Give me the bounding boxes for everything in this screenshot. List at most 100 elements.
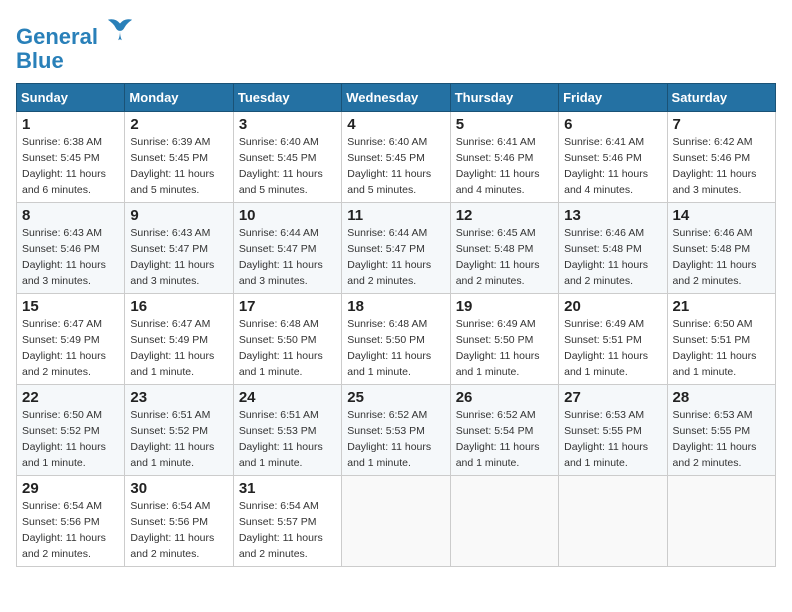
calendar-week-row: 22 Sunrise: 6:50 AMSunset: 5:52 PMDaylig…	[17, 385, 776, 476]
day-number: 23	[130, 389, 227, 406]
day-number: 7	[673, 116, 770, 133]
day-number: 21	[673, 298, 770, 315]
day-info: Sunrise: 6:51 AMSunset: 5:52 PMDaylight:…	[130, 408, 227, 471]
day-header-sunday: Sunday	[17, 84, 125, 112]
calendar-cell: 25 Sunrise: 6:52 AMSunset: 5:53 PMDaylig…	[342, 385, 450, 476]
calendar-week-row: 1 Sunrise: 6:38 AMSunset: 5:45 PMDayligh…	[17, 112, 776, 203]
day-info: Sunrise: 6:53 AMSunset: 5:55 PMDaylight:…	[673, 408, 770, 471]
day-info: Sunrise: 6:47 AMSunset: 5:49 PMDaylight:…	[22, 317, 119, 380]
calendar-cell: 21 Sunrise: 6:50 AMSunset: 5:51 PMDaylig…	[667, 294, 775, 385]
calendar-cell: 20 Sunrise: 6:49 AMSunset: 5:51 PMDaylig…	[559, 294, 667, 385]
day-header-friday: Friday	[559, 84, 667, 112]
calendar-cell: 11 Sunrise: 6:44 AMSunset: 5:47 PMDaylig…	[342, 203, 450, 294]
day-info: Sunrise: 6:41 AMSunset: 5:46 PMDaylight:…	[564, 135, 661, 198]
calendar-cell: 9 Sunrise: 6:43 AMSunset: 5:47 PMDayligh…	[125, 203, 233, 294]
day-number: 29	[22, 480, 119, 497]
day-number: 13	[564, 207, 661, 224]
day-info: Sunrise: 6:54 AMSunset: 5:57 PMDaylight:…	[239, 499, 336, 562]
day-info: Sunrise: 6:39 AMSunset: 5:45 PMDaylight:…	[130, 135, 227, 198]
day-number: 20	[564, 298, 661, 315]
calendar-cell	[559, 476, 667, 567]
day-number: 12	[456, 207, 553, 224]
day-number: 2	[130, 116, 227, 133]
day-number: 4	[347, 116, 444, 133]
day-info: Sunrise: 6:47 AMSunset: 5:49 PMDaylight:…	[130, 317, 227, 380]
day-number: 31	[239, 480, 336, 497]
day-info: Sunrise: 6:38 AMSunset: 5:45 PMDaylight:…	[22, 135, 119, 198]
calendar-cell: 29 Sunrise: 6:54 AMSunset: 5:56 PMDaylig…	[17, 476, 125, 567]
calendar-cell: 13 Sunrise: 6:46 AMSunset: 5:48 PMDaylig…	[559, 203, 667, 294]
calendar-cell	[342, 476, 450, 567]
day-number: 27	[564, 389, 661, 406]
day-info: Sunrise: 6:49 AMSunset: 5:50 PMDaylight:…	[456, 317, 553, 380]
day-number: 5	[456, 116, 553, 133]
day-header-monday: Monday	[125, 84, 233, 112]
day-info: Sunrise: 6:43 AMSunset: 5:47 PMDaylight:…	[130, 226, 227, 289]
day-info: Sunrise: 6:44 AMSunset: 5:47 PMDaylight:…	[239, 226, 336, 289]
day-info: Sunrise: 6:51 AMSunset: 5:53 PMDaylight:…	[239, 408, 336, 471]
day-number: 25	[347, 389, 444, 406]
day-info: Sunrise: 6:53 AMSunset: 5:55 PMDaylight:…	[564, 408, 661, 471]
day-number: 28	[673, 389, 770, 406]
calendar-cell: 26 Sunrise: 6:52 AMSunset: 5:54 PMDaylig…	[450, 385, 558, 476]
day-number: 10	[239, 207, 336, 224]
calendar-cell: 31 Sunrise: 6:54 AMSunset: 5:57 PMDaylig…	[233, 476, 341, 567]
calendar-week-row: 29 Sunrise: 6:54 AMSunset: 5:56 PMDaylig…	[17, 476, 776, 567]
day-info: Sunrise: 6:41 AMSunset: 5:46 PMDaylight:…	[456, 135, 553, 198]
day-number: 3	[239, 116, 336, 133]
day-number: 16	[130, 298, 227, 315]
calendar-cell: 8 Sunrise: 6:43 AMSunset: 5:46 PMDayligh…	[17, 203, 125, 294]
calendar-cell	[450, 476, 558, 567]
day-number: 18	[347, 298, 444, 315]
day-number: 24	[239, 389, 336, 406]
day-number: 22	[22, 389, 119, 406]
day-number: 1	[22, 116, 119, 133]
calendar-cell: 14 Sunrise: 6:46 AMSunset: 5:48 PMDaylig…	[667, 203, 775, 294]
logo: General Blue	[16, 16, 134, 73]
day-info: Sunrise: 6:45 AMSunset: 5:48 PMDaylight:…	[456, 226, 553, 289]
calendar-body: 1 Sunrise: 6:38 AMSunset: 5:45 PMDayligh…	[17, 112, 776, 567]
calendar-header-row: SundayMondayTuesdayWednesdayThursdayFrid…	[17, 84, 776, 112]
day-info: Sunrise: 6:52 AMSunset: 5:53 PMDaylight:…	[347, 408, 444, 471]
calendar-cell: 12 Sunrise: 6:45 AMSunset: 5:48 PMDaylig…	[450, 203, 558, 294]
calendar-cell: 22 Sunrise: 6:50 AMSunset: 5:52 PMDaylig…	[17, 385, 125, 476]
day-info: Sunrise: 6:49 AMSunset: 5:51 PMDaylight:…	[564, 317, 661, 380]
day-info: Sunrise: 6:40 AMSunset: 5:45 PMDaylight:…	[239, 135, 336, 198]
calendar-cell: 27 Sunrise: 6:53 AMSunset: 5:55 PMDaylig…	[559, 385, 667, 476]
calendar-cell: 10 Sunrise: 6:44 AMSunset: 5:47 PMDaylig…	[233, 203, 341, 294]
calendar-table: SundayMondayTuesdayWednesdayThursdayFrid…	[16, 83, 776, 567]
page-header: General Blue	[16, 16, 776, 73]
logo-bird-icon	[106, 16, 134, 44]
calendar-cell: 17 Sunrise: 6:48 AMSunset: 5:50 PMDaylig…	[233, 294, 341, 385]
calendar-cell: 7 Sunrise: 6:42 AMSunset: 5:46 PMDayligh…	[667, 112, 775, 203]
day-number: 8	[22, 207, 119, 224]
day-number: 19	[456, 298, 553, 315]
day-number: 9	[130, 207, 227, 224]
day-info: Sunrise: 6:48 AMSunset: 5:50 PMDaylight:…	[347, 317, 444, 380]
day-info: Sunrise: 6:43 AMSunset: 5:46 PMDaylight:…	[22, 226, 119, 289]
day-info: Sunrise: 6:42 AMSunset: 5:46 PMDaylight:…	[673, 135, 770, 198]
calendar-cell: 30 Sunrise: 6:54 AMSunset: 5:56 PMDaylig…	[125, 476, 233, 567]
day-info: Sunrise: 6:50 AMSunset: 5:51 PMDaylight:…	[673, 317, 770, 380]
day-header-thursday: Thursday	[450, 84, 558, 112]
calendar-cell: 19 Sunrise: 6:49 AMSunset: 5:50 PMDaylig…	[450, 294, 558, 385]
calendar-cell: 23 Sunrise: 6:51 AMSunset: 5:52 PMDaylig…	[125, 385, 233, 476]
day-info: Sunrise: 6:50 AMSunset: 5:52 PMDaylight:…	[22, 408, 119, 471]
day-info: Sunrise: 6:54 AMSunset: 5:56 PMDaylight:…	[22, 499, 119, 562]
logo-general: General	[16, 24, 98, 49]
day-info: Sunrise: 6:40 AMSunset: 5:45 PMDaylight:…	[347, 135, 444, 198]
calendar-cell: 18 Sunrise: 6:48 AMSunset: 5:50 PMDaylig…	[342, 294, 450, 385]
day-header-saturday: Saturday	[667, 84, 775, 112]
day-header-tuesday: Tuesday	[233, 84, 341, 112]
calendar-cell: 6 Sunrise: 6:41 AMSunset: 5:46 PMDayligh…	[559, 112, 667, 203]
calendar-cell: 5 Sunrise: 6:41 AMSunset: 5:46 PMDayligh…	[450, 112, 558, 203]
day-number: 6	[564, 116, 661, 133]
day-number: 30	[130, 480, 227, 497]
calendar-cell: 24 Sunrise: 6:51 AMSunset: 5:53 PMDaylig…	[233, 385, 341, 476]
day-number: 26	[456, 389, 553, 406]
calendar-cell: 28 Sunrise: 6:53 AMSunset: 5:55 PMDaylig…	[667, 385, 775, 476]
calendar-cell	[667, 476, 775, 567]
calendar-week-row: 8 Sunrise: 6:43 AMSunset: 5:46 PMDayligh…	[17, 203, 776, 294]
calendar-cell: 2 Sunrise: 6:39 AMSunset: 5:45 PMDayligh…	[125, 112, 233, 203]
calendar-cell: 1 Sunrise: 6:38 AMSunset: 5:45 PMDayligh…	[17, 112, 125, 203]
